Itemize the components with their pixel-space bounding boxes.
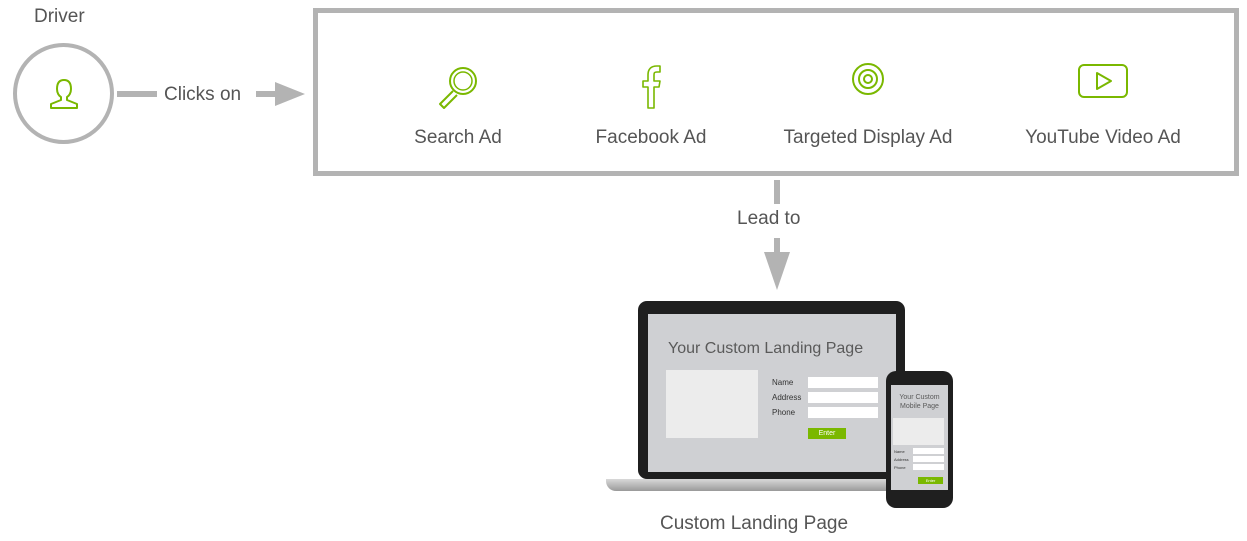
ad-label-display: Targeted Display Ad <box>783 127 953 148</box>
phone-page-title: Your Custom Mobile Page <box>891 393 948 411</box>
laptop-phone-field[interactable] <box>808 407 878 418</box>
phone-image-placeholder <box>893 418 944 445</box>
phone-enter-button[interactable]: Enter <box>918 477 943 484</box>
laptop-form-label-address: Address <box>772 393 802 402</box>
lead-to-label: Lead to <box>737 208 801 229</box>
phone-form-label-address: Address <box>894 457 909 462</box>
arrow-right-icon <box>275 82 305 106</box>
phone-form-label-phone: Phone <box>894 465 906 470</box>
user-icon <box>49 78 78 109</box>
arrow-down-icon <box>764 252 790 290</box>
landing-page-caption: Custom Landing Page <box>660 513 849 534</box>
driver-node <box>13 43 114 144</box>
connector-line-top <box>774 180 780 204</box>
laptop-form-label-phone: Phone <box>772 408 796 417</box>
laptop-screen: Your Custom Landing Page Name Address Ph… <box>648 314 896 472</box>
phone-name-field[interactable] <box>913 448 944 454</box>
laptop-name-field[interactable] <box>808 377 878 388</box>
target-icon <box>852 63 884 95</box>
phone-screen: Your Custom Mobile Page Name Address Pho… <box>891 385 948 490</box>
laptop-mockup: Your Custom Landing Page Name Address Ph… <box>606 301 906 496</box>
phone-mockup: Your Custom Mobile Page Name Address Pho… <box>886 371 953 508</box>
laptop-base <box>606 479 906 491</box>
clicks-on-label: Clicks on <box>164 84 242 105</box>
connector-line-left <box>117 91 157 97</box>
phone-title-line-2: Mobile Page <box>900 403 939 410</box>
phone-form-label-name: Name <box>894 449 905 454</box>
ad-label-facebook: Facebook Ad <box>595 127 707 148</box>
ad-label-search: Search Ad <box>414 127 502 148</box>
driver-label: Driver <box>34 6 85 27</box>
phone-address-field[interactable] <box>913 456 944 462</box>
ad-label-youtube: YouTube Video Ad <box>1025 127 1181 148</box>
laptop-form-label-name: Name <box>772 378 794 387</box>
laptop-address-field[interactable] <box>808 392 878 403</box>
magnifier-icon <box>439 67 477 109</box>
laptop-image-placeholder <box>666 370 758 438</box>
laptop-page-title: Your Custom Landing Page <box>668 340 864 357</box>
ad-channels-box: Search Ad Facebook Ad Targeted Display A… <box>313 8 1239 176</box>
play-icon <box>1078 64 1128 98</box>
laptop-enter-button[interactable]: Enter <box>808 428 846 439</box>
facebook-icon <box>642 65 661 109</box>
phone-phone-field[interactable] <box>913 464 944 470</box>
phone-title-line-1: Your Custom <box>899 394 940 401</box>
